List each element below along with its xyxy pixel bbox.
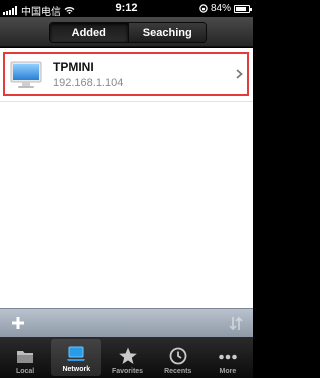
battery-fill [236, 6, 246, 11]
tab-more-label: More [219, 368, 237, 375]
folder-icon [17, 351, 34, 363]
segment-searching[interactable]: Seaching [127, 23, 206, 42]
device-ip: 192.168.1.104 [53, 77, 124, 89]
segmented-control: Added Seaching [49, 22, 207, 43]
tab-recents[interactable]: Recents [153, 337, 203, 378]
tab-local[interactable]: Local [0, 337, 50, 378]
action-bar [0, 308, 253, 337]
more-icon [219, 354, 237, 360]
nav-bar: Added Seaching [0, 17, 253, 47]
monitor-icon [10, 61, 42, 88]
sort-icon[interactable] [229, 316, 243, 331]
row-divider [0, 101, 253, 102]
segment-added[interactable]: Added [50, 23, 128, 42]
rotation-lock-icon [199, 4, 208, 13]
battery-icon [234, 4, 252, 13]
laptop-icon [67, 346, 86, 361]
tab-network-label: Network [62, 366, 91, 373]
device-row[interactable]: TPMINI 192.168.1.104 [3, 52, 249, 96]
tab-recents-label: Recents [164, 368, 192, 375]
status-bar: 中国电信 9:12 84% [0, 0, 253, 18]
device-name: TPMINI [53, 60, 94, 74]
add-icon[interactable] [11, 316, 25, 330]
battery-percent: 84% [210, 3, 231, 14]
tab-local-label: Local [15, 368, 35, 375]
clock-icon [169, 347, 187, 365]
tab-favorites[interactable]: Favorites [102, 337, 152, 378]
tab-more[interactable]: More [203, 337, 253, 378]
device-list: TPMINI 192.168.1.104 [0, 48, 253, 308]
tab-bar: Local Network Favorites Recents More [0, 337, 253, 378]
tab-network[interactable]: Network [51, 339, 102, 376]
star-icon [118, 347, 137, 364]
tab-favorites-label: Favorites [111, 368, 144, 375]
chevron-right-icon [236, 69, 243, 79]
